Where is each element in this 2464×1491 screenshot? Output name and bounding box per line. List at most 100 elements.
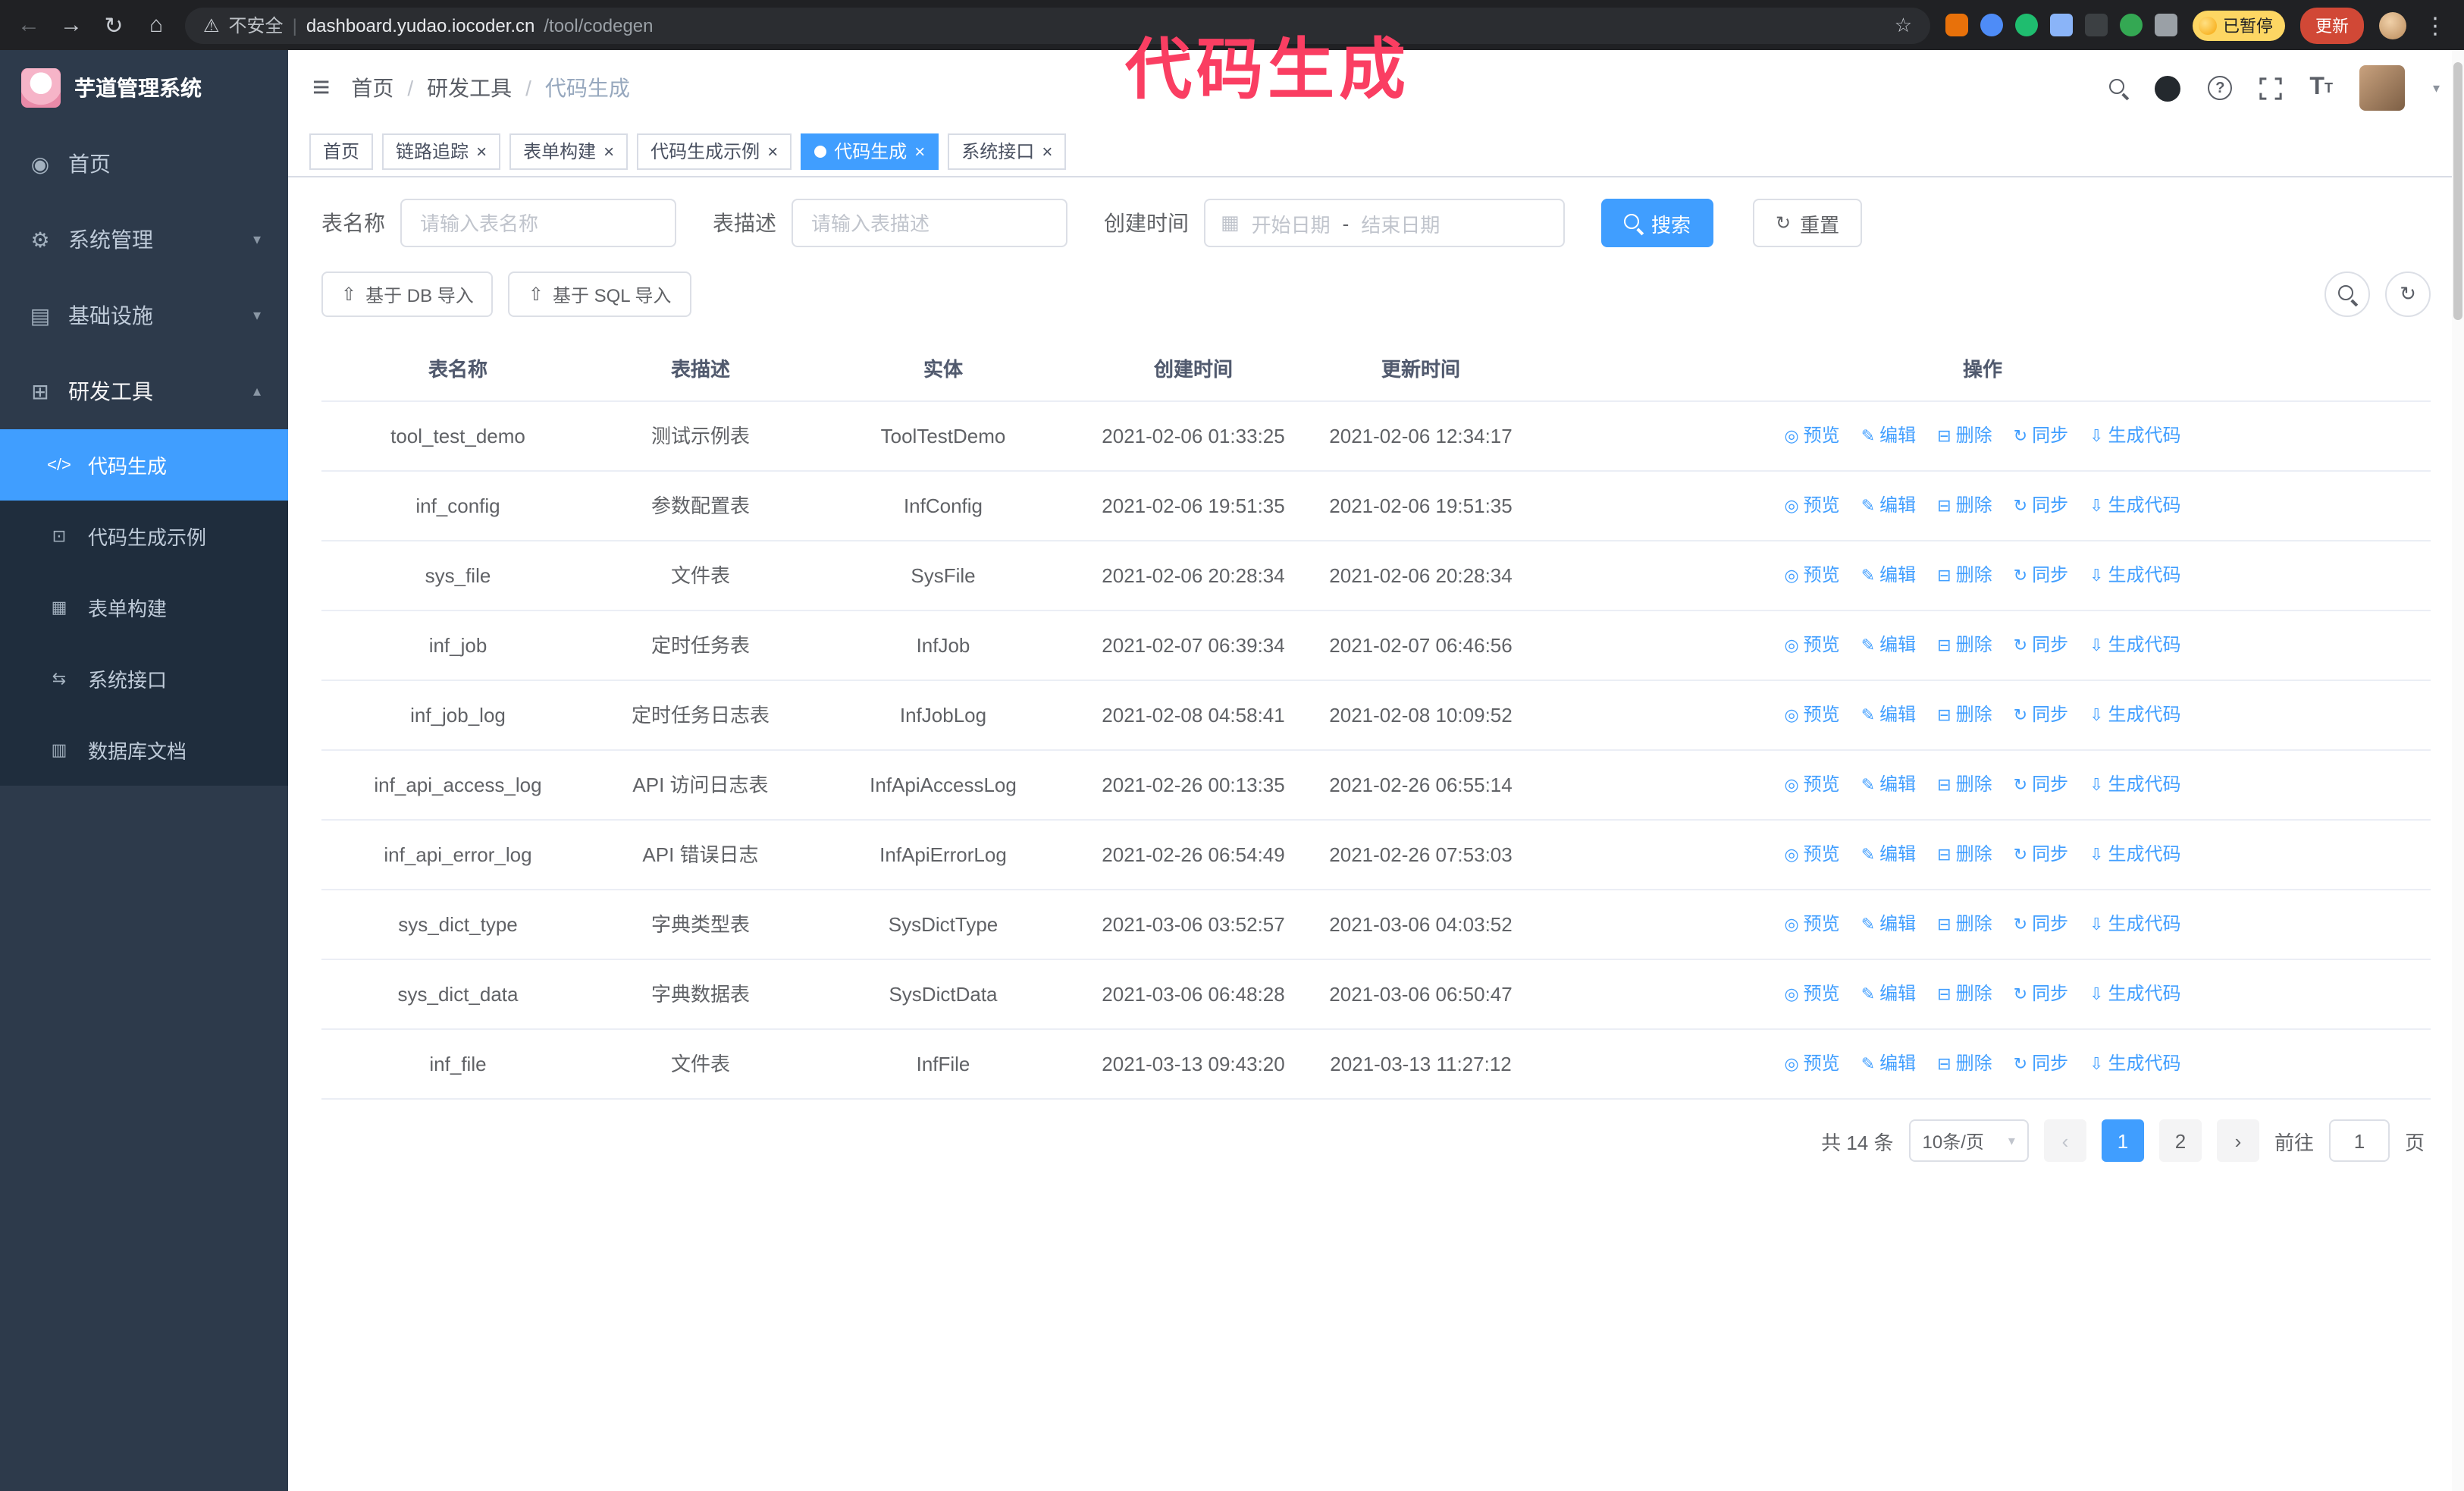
address-bar[interactable]: ⚠ 不安全 | dashboard.yudao.iocoder.cn /tool… (185, 7, 1930, 43)
action-generate-code-link[interactable]: ⇩ 生成代码 (2089, 422, 2180, 452)
action-generate-code-link[interactable]: ⇩ 生成代码 (2089, 771, 2180, 801)
tab-close-icon[interactable]: × (476, 142, 487, 160)
extension-icon-leaf[interactable] (2120, 14, 2143, 36)
action-preview-link[interactable]: ◎ 预览 (1784, 422, 1839, 452)
help-icon[interactable]: ? (2208, 76, 2233, 100)
action-preview-link[interactable]: ◎ 预览 (1784, 910, 1839, 940)
sidebar-subitem-codegen-example[interactable]: ⊡ 代码生成示例 (0, 501, 288, 572)
tab-form-builder[interactable]: 表单构建 × (509, 133, 629, 169)
search-icon[interactable] (2109, 79, 2127, 97)
extension-icon-dark[interactable] (2085, 14, 2108, 36)
action-edit-link[interactable]: ✎ 编辑 (1861, 701, 1916, 731)
action-generate-code-link[interactable]: ⇩ 生成代码 (2089, 561, 2180, 592)
action-generate-code-link[interactable]: ⇩ 生成代码 (2089, 1050, 2180, 1080)
extension-icon-green-check[interactable] (2015, 14, 2038, 36)
security-label[interactable]: 不安全 (229, 12, 284, 38)
extension-icon-grid[interactable] (2050, 14, 2073, 36)
breadcrumb-devtools[interactable]: 研发工具 (427, 73, 512, 103)
action-edit-link[interactable]: ✎ 编辑 (1861, 561, 1916, 592)
action-sync-link[interactable]: ↻ 同步 (2014, 840, 2068, 871)
action-delete-link[interactable]: ⊟ 删除 (1937, 491, 1992, 522)
paused-badge[interactable]: 已暂停 (2193, 10, 2285, 40)
toggle-search-button[interactable] (2324, 272, 2370, 317)
action-preview-link[interactable]: ◎ 预览 (1784, 701, 1839, 731)
action-delete-link[interactable]: ⊟ 删除 (1937, 1050, 1992, 1080)
action-edit-link[interactable]: ✎ 编辑 (1861, 771, 1916, 801)
action-edit-link[interactable]: ✎ 编辑 (1861, 631, 1916, 661)
sidebar-subitem-db-doc[interactable]: ▥ 数据库文档 (0, 714, 288, 786)
action-sync-link[interactable]: ↻ 同步 (2014, 631, 2068, 661)
action-delete-link[interactable]: ⊟ 删除 (1937, 631, 1992, 661)
action-sync-link[interactable]: ↻ 同步 (2014, 561, 2068, 592)
github-icon[interactable] (2155, 75, 2181, 101)
page-scrollbar[interactable] (2452, 50, 2464, 1491)
next-page-button[interactable]: › (2216, 1119, 2259, 1162)
forward-icon[interactable]: → (58, 12, 85, 38)
goto-page-input[interactable] (2328, 1119, 2390, 1162)
action-edit-link[interactable]: ✎ 编辑 (1861, 1050, 1916, 1080)
scrollbar-thumb[interactable] (2453, 62, 2462, 320)
sidebar-item-infra[interactable]: ▤ 基础设施 ▾ (0, 278, 288, 353)
action-preview-link[interactable]: ◎ 预览 (1784, 491, 1839, 522)
action-preview-link[interactable]: ◎ 预览 (1784, 980, 1839, 1010)
action-delete-link[interactable]: ⊟ 删除 (1937, 980, 1992, 1010)
date-range-picker[interactable]: ▦ 开始日期 - 结束日期 (1204, 199, 1565, 247)
tab-close-icon[interactable]: × (1042, 142, 1052, 160)
action-edit-link[interactable]: ✎ 编辑 (1861, 980, 1916, 1010)
action-preview-link[interactable]: ◎ 预览 (1784, 1050, 1839, 1080)
action-delete-link[interactable]: ⊟ 删除 (1937, 910, 1992, 940)
action-generate-code-link[interactable]: ⇩ 生成代码 (2089, 701, 2180, 731)
table-name-input[interactable] (400, 199, 676, 247)
action-edit-link[interactable]: ✎ 编辑 (1861, 422, 1916, 452)
import-db-button[interactable]: ⇧ 基于 DB 导入 (321, 272, 494, 317)
action-delete-link[interactable]: ⊟ 删除 (1937, 561, 1992, 592)
avatar-caret-icon[interactable]: ▾ (2433, 80, 2440, 96)
prev-page-button[interactable]: ‹ (2043, 1119, 2086, 1162)
sidebar-subitem-codegen[interactable]: </> 代码生成 (0, 429, 288, 501)
fullscreen-icon[interactable] (2259, 77, 2282, 99)
table-desc-input[interactable] (792, 199, 1067, 247)
extension-icon-blue[interactable] (1980, 14, 2003, 36)
action-generate-code-link[interactable]: ⇩ 生成代码 (2089, 910, 2180, 940)
action-preview-link[interactable]: ◎ 预览 (1784, 771, 1839, 801)
tab-trace[interactable]: 链路追踪 × (382, 133, 501, 169)
action-generate-code-link[interactable]: ⇩ 生成代码 (2089, 980, 2180, 1010)
page-button-2[interactable]: 2 (2158, 1119, 2202, 1162)
user-avatar[interactable] (2359, 65, 2406, 111)
action-sync-link[interactable]: ↻ 同步 (2014, 910, 2068, 940)
action-generate-code-link[interactable]: ⇩ 生成代码 (2089, 840, 2180, 871)
action-sync-link[interactable]: ↻ 同步 (2014, 491, 2068, 522)
browser-menu-icon[interactable]: ⋮ (2422, 11, 2449, 39)
action-sync-link[interactable]: ↻ 同步 (2014, 701, 2068, 731)
sidebar-subitem-system-api[interactable]: ⇆ 系统接口 (0, 643, 288, 714)
page-size-select[interactable]: 10条/页 ▾ (1908, 1119, 2029, 1162)
action-sync-link[interactable]: ↻ 同步 (2014, 422, 2068, 452)
tab-codegen-example[interactable]: 代码生成示例 × (637, 133, 792, 169)
page-button-1[interactable]: 1 (2101, 1119, 2144, 1162)
font-size-icon[interactable]: TT (2309, 74, 2333, 102)
tab-close-icon[interactable]: × (914, 142, 925, 160)
tab-close-icon[interactable]: × (603, 142, 614, 160)
action-preview-link[interactable]: ◎ 预览 (1784, 840, 1839, 871)
action-preview-link[interactable]: ◎ 预览 (1784, 631, 1839, 661)
tab-home[interactable]: 首页 (309, 133, 374, 169)
update-button[interactable]: 更新 (2300, 7, 2364, 43)
action-preview-link[interactable]: ◎ 预览 (1784, 561, 1839, 592)
sidebar-item-devtools[interactable]: ⊞ 研发工具 ▴ (0, 353, 288, 429)
tab-close-icon[interactable]: × (767, 142, 778, 160)
action-edit-link[interactable]: ✎ 编辑 (1861, 910, 1916, 940)
action-delete-link[interactable]: ⊟ 删除 (1937, 701, 1992, 731)
sidebar-subitem-form-builder[interactable]: ▦ 表单构建 (0, 572, 288, 643)
reload-icon[interactable]: ↻ (100, 11, 127, 39)
breadcrumb-home[interactable]: 首页 (351, 73, 393, 103)
browser-profile-avatar[interactable] (2379, 11, 2406, 39)
extensions-puzzle-icon[interactable] (2155, 14, 2177, 36)
import-sql-button[interactable]: ⇧ 基于 SQL 导入 (508, 272, 691, 317)
action-generate-code-link[interactable]: ⇩ 生成代码 (2089, 631, 2180, 661)
action-delete-link[interactable]: ⊟ 删除 (1937, 840, 1992, 871)
action-sync-link[interactable]: ↻ 同步 (2014, 980, 2068, 1010)
action-edit-link[interactable]: ✎ 编辑 (1861, 840, 1916, 871)
action-delete-link[interactable]: ⊟ 删除 (1937, 422, 1992, 452)
bookmark-star-icon[interactable]: ☆ (1895, 13, 1912, 37)
action-delete-link[interactable]: ⊟ 删除 (1937, 771, 1992, 801)
